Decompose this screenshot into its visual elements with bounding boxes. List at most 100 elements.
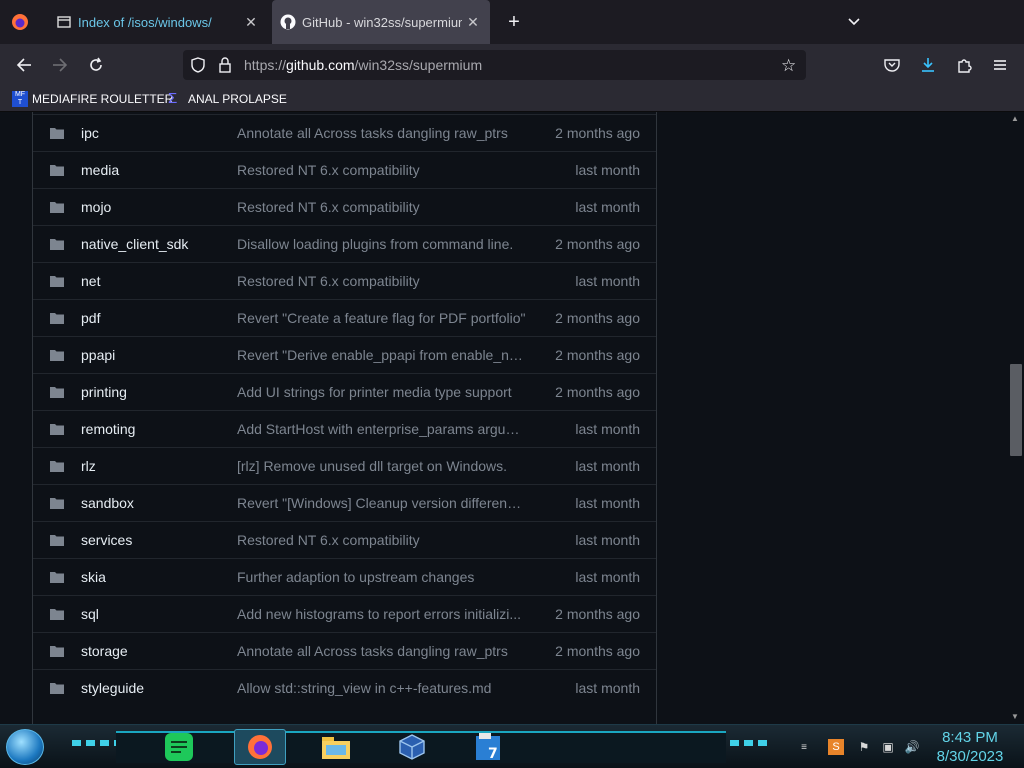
- scrollbar-thumb[interactable]: [1010, 364, 1022, 456]
- commit-message-link[interactable]: Revert "Derive enable_ppapi from enable_…: [237, 347, 527, 363]
- system-clock[interactable]: 8:43 PM 8/30/2023: [930, 728, 1010, 766]
- file-row[interactable]: storage Annotate all Across tasks danglin…: [33, 632, 656, 669]
- list-all-tabs-icon[interactable]: [840, 9, 868, 35]
- file-row[interactable]: mojo Restored NT 6.x compatibility last mo…: [33, 188, 656, 225]
- hamburger-menu-icon[interactable]: [986, 52, 1014, 78]
- windows7-installer-app-button[interactable]: 7: [468, 729, 512, 765]
- virtualbox-app-button[interactable]: [390, 729, 434, 765]
- lock-icon[interactable]: [219, 57, 231, 78]
- commit-message-link[interactable]: Further adaption to upstream changes: [237, 569, 527, 585]
- commit-message-link[interactable]: Disallow loading plugins from command li…: [237, 236, 527, 252]
- file-name-link[interactable]: media: [81, 162, 119, 178]
- file-row[interactable]: printing Add UI strings for printer media…: [33, 373, 656, 410]
- url-text[interactable]: https://github.com/win32ss/supermium: [244, 57, 482, 73]
- file-row[interactable]: ipc Annotate all Across tasks dangling ra…: [33, 114, 656, 151]
- file-row[interactable]: services Restored NT 6.x compatibility las…: [33, 521, 656, 558]
- bookmark-mediafire-rouletter[interactable]: MF T MEDIAFIRE ROULETTER: [12, 90, 173, 108]
- start-button[interactable]: [6, 729, 44, 765]
- close-tab-icon[interactable]: ✕: [242, 13, 260, 31]
- file-name-link[interactable]: rlz: [81, 458, 96, 474]
- file-row[interactable]: pdf Revert "Create a feature flag for PDF…: [33, 299, 656, 336]
- commit-message-link[interactable]: Restored NT 6.x compatibility: [237, 199, 527, 215]
- svg-text:7: 7: [488, 746, 498, 762]
- file-row[interactable]: sandbox Revert "[Windows] Cleanup version…: [33, 484, 656, 521]
- file-name-link[interactable]: skia: [81, 569, 106, 585]
- new-tab-icon[interactable]: +: [500, 9, 528, 35]
- commit-message-link[interactable]: Allow std::string_view in c++-features.m…: [237, 680, 527, 696]
- file-name-link[interactable]: mojo: [81, 199, 111, 215]
- tab-index-isos[interactable]: Index of /isos/windows/ ✕: [44, 0, 268, 44]
- file-name-link[interactable]: ipc: [81, 125, 99, 141]
- file-row[interactable]: media Restored NT 6.x compatibility last m…: [33, 151, 656, 188]
- folder-icon: [50, 202, 64, 213]
- tab-github-supermium[interactable]: GitHub - win32ss/supermium: ✕: [272, 0, 490, 44]
- file-name-link[interactable]: net: [81, 273, 100, 289]
- page-content: ipc Annotate all Across tasks dangling ra…: [0, 112, 1024, 724]
- folder-icon: [50, 276, 64, 287]
- commit-message-link[interactable]: Annotate all Across tasks dangling raw_p…: [237, 125, 527, 141]
- firefox-app-button[interactable]: [234, 729, 286, 765]
- file-row[interactable]: net Restored NT 6.x compatibility last mon…: [33, 262, 656, 299]
- bookmark-star-icon[interactable]: ☆: [781, 56, 796, 76]
- commit-message-link[interactable]: Add UI strings for printer media type su…: [237, 384, 527, 400]
- commit-message-link[interactable]: Restored NT 6.x compatibility: [237, 532, 527, 548]
- commit-message-link[interactable]: Annotate all Across tasks dangling raw_p…: [237, 643, 527, 659]
- taskbar-decoration-left: [72, 740, 116, 746]
- folder-icon: [50, 313, 64, 324]
- extensions-icon[interactable]: [950, 52, 978, 78]
- commit-message-link[interactable]: Restored NT 6.x compatibility: [237, 162, 527, 178]
- file-row[interactable]: native_client_sdk Disallow loading plugin…: [33, 225, 656, 262]
- file-row[interactable]: remoting Add StartHost with enterprise_pa…: [33, 410, 656, 447]
- commit-message-link[interactable]: Revert "[Windows] Cleanup version differ…: [237, 495, 527, 511]
- file-name-link[interactable]: printing: [81, 384, 127, 400]
- volume-icon[interactable]: 🔊: [904, 739, 920, 755]
- file-name-link[interactable]: storage: [81, 643, 128, 659]
- file-name-link[interactable]: styleguide: [81, 680, 144, 696]
- bookmark-anal-prolapse[interactable]: Σ ANAL PROLAPSE: [168, 90, 287, 108]
- file-name-link[interactable]: services: [81, 532, 132, 548]
- firefox-menu-icon[interactable]: [6, 8, 34, 36]
- file-name-link[interactable]: ppapi: [81, 347, 115, 363]
- file-name-link[interactable]: sandbox: [81, 495, 134, 511]
- shield-icon[interactable]: [191, 57, 205, 78]
- file-row[interactable]: sql Add new histograms to report errors i…: [33, 595, 656, 632]
- file-explorer-app-button[interactable]: [314, 729, 358, 765]
- commit-message-link[interactable]: Revert "Create a feature flag for PDF po…: [237, 310, 527, 326]
- folder-icon: [50, 424, 64, 435]
- scroll-up-icon[interactable]: ▲: [1011, 114, 1019, 123]
- sublime-text-tray-icon[interactable]: S: [828, 739, 844, 755]
- commit-message-link[interactable]: Add StartHost with enterprise_params arg…: [237, 421, 527, 437]
- forward-icon[interactable]: [46, 52, 74, 78]
- close-tab-icon[interactable]: ✕: [464, 13, 482, 31]
- folder-icon: [50, 498, 64, 509]
- tab-label: Index of /isos/windows/: [78, 14, 212, 30]
- url-bar[interactable]: https://github.com/win32ss/supermium ☆: [183, 50, 806, 80]
- reload-icon[interactable]: [82, 52, 110, 78]
- back-icon[interactable]: [10, 52, 38, 78]
- scroll-down-icon[interactable]: ▼: [1011, 712, 1019, 721]
- folder-icon: [50, 165, 64, 176]
- action-center-flag-icon[interactable]: ⚑: [856, 739, 872, 755]
- downloads-icon[interactable]: [914, 52, 942, 78]
- folder-icon: [50, 572, 64, 583]
- file-row[interactable]: skia Further adaption to upstream changes…: [33, 558, 656, 595]
- commit-message-link[interactable]: [rlz] Remove unused dll target on Window…: [237, 458, 527, 474]
- file-row[interactable]: rlz [rlz] Remove unused dll target on Win…: [33, 447, 656, 484]
- file-name-link[interactable]: remoting: [81, 421, 135, 437]
- show-hidden-icons-icon[interactable]: ≡: [796, 739, 812, 755]
- file-name-link[interactable]: pdf: [81, 310, 100, 326]
- commit-message-link[interactable]: Restored NT 6.x compatibility: [237, 273, 527, 289]
- github-icon: [280, 14, 296, 30]
- folder-icon: [50, 646, 64, 657]
- notes-app-button[interactable]: [157, 729, 201, 765]
- file-name-link[interactable]: native_client_sdk: [81, 236, 188, 252]
- folder-icon: [50, 387, 64, 398]
- bookmark-label: MEDIAFIRE ROULETTER: [32, 92, 174, 106]
- network-icon[interactable]: ▣: [880, 739, 896, 755]
- pocket-icon[interactable]: [878, 52, 906, 78]
- file-row[interactable]: ppapi Revert "Derive enable_ppapi from en…: [33, 336, 656, 373]
- file-row[interactable]: styleguide Allow std::string_view in c++-…: [33, 669, 656, 706]
- file-name-link[interactable]: sql: [81, 606, 99, 622]
- commit-message-link[interactable]: Add new histograms to report errors init…: [237, 606, 527, 622]
- navigation-toolbar: https://github.com/win32ss/supermium ☆: [0, 44, 1024, 86]
